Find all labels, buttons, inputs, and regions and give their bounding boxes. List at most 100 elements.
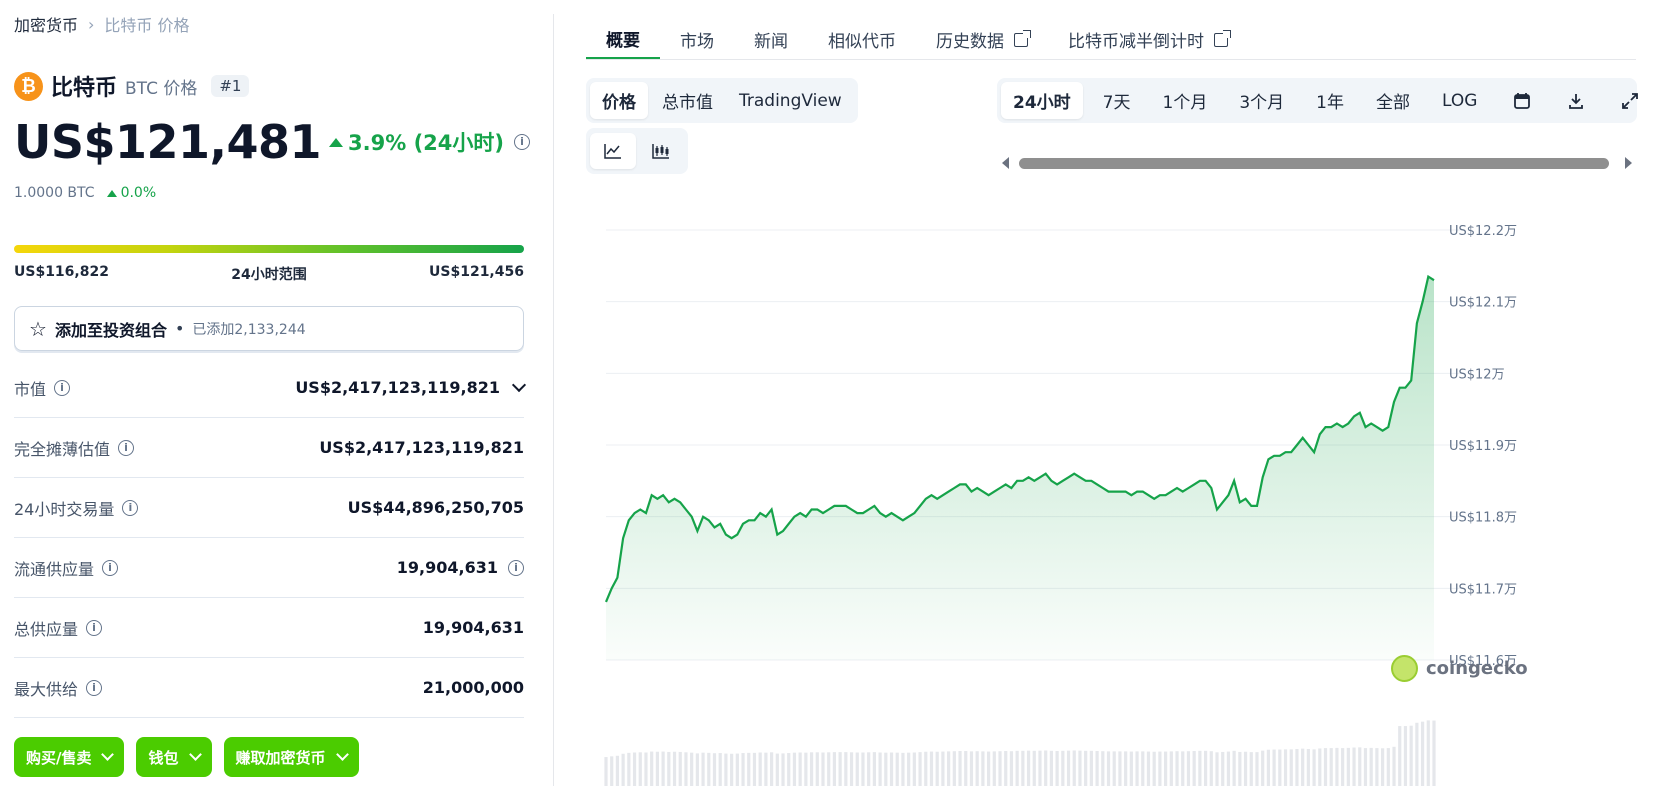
info-icon[interactable]: i [86, 679, 103, 696]
volume-bar [730, 753, 734, 786]
volume-bar [752, 752, 757, 786]
volume-bar [941, 751, 945, 786]
line-chart-icon[interactable] [590, 133, 636, 169]
stat-value: 19,904,631 [422, 618, 524, 637]
y-tick-label: US$11.9万 [1449, 439, 1517, 454]
info-icon[interactable]: i [118, 439, 135, 456]
volume-bar [1403, 726, 1408, 786]
download-icon[interactable] [1555, 86, 1597, 116]
tab-similar-coins[interactable]: 相似代币 [808, 20, 916, 59]
range-high: US$121,456 [429, 264, 524, 280]
earn-crypto-button[interactable]: 赚取加密货币 [223, 737, 359, 777]
chart-type-tradingview[interactable]: TradingView [727, 85, 854, 117]
volume-bar [1278, 749, 1282, 786]
stat-row-market-cap: 市值 i US$2,417,123,119,821 [14, 358, 527, 418]
volume-bar [935, 751, 939, 786]
stat-value: US$2,417,123,119,821 [319, 438, 524, 457]
buy-sell-button[interactable]: 购买/售卖 [14, 737, 125, 777]
volume-bar [924, 751, 928, 786]
info-icon[interactable]: i [86, 619, 103, 636]
btc-change-value: 0.0% [120, 185, 157, 201]
external-link-icon [1014, 29, 1031, 47]
volume-bar [969, 751, 974, 786]
volume-bar [1164, 751, 1168, 786]
volume-bar [1335, 747, 1339, 786]
info-icon[interactable]: i [514, 134, 530, 150]
chevron-down-icon [188, 748, 202, 761]
range-7d[interactable]: 7天 [1091, 82, 1143, 119]
calendar-icon[interactable] [1501, 86, 1543, 116]
volume-bar [1238, 751, 1242, 786]
range-all[interactable]: 全部 [1364, 82, 1422, 119]
stat-value: 19,904,631 [396, 558, 498, 577]
market-cap-toggle[interactable]: US$2,417,123,119,821 [295, 377, 527, 397]
range-24h[interactable]: 24小时 [1001, 82, 1083, 119]
wallet-label: 钱包 [148, 748, 179, 767]
wallet-button[interactable]: 钱包 [136, 737, 212, 777]
stat-value: US$44,896,250,705 [347, 498, 524, 517]
fullscreen-icon[interactable] [1609, 86, 1651, 116]
range-log[interactable]: LOG [1430, 85, 1489, 117]
price-chart-svg: US$12.2万 US$12.1万 US$12万 US$11.9万 US$11.8万 US… [604, 224, 1517, 786]
volume-bar [1009, 751, 1014, 786]
current-price: US$121,481 [14, 115, 322, 169]
chart-range-scrollbar[interactable] [1002, 157, 1632, 171]
chart-type-market-cap[interactable]: 总市值 [650, 82, 725, 119]
volume-bar [947, 751, 951, 786]
column-divider [553, 14, 554, 786]
y-tick-label: US$12.2万 [1449, 224, 1517, 239]
volume-bar [758, 752, 762, 786]
volume-bar [632, 752, 637, 786]
volume-bar [1249, 752, 1253, 786]
tab-halving-countdown[interactable]: 比特币减半倒计时 [1048, 20, 1248, 59]
volume-bar [1232, 750, 1236, 786]
coingecko-watermark: coingecko [1391, 655, 1528, 682]
chart-type-price[interactable]: 价格 [590, 82, 648, 119]
volume-bar [724, 753, 728, 786]
tab-news[interactable]: 新闻 [734, 20, 808, 59]
volume-bar [1095, 751, 1099, 786]
info-icon[interactable]: i [122, 499, 139, 516]
volume-bar [1226, 751, 1231, 786]
volume-bar [964, 751, 968, 786]
volume-bar [650, 751, 654, 786]
breadcrumb-crypto-link[interactable]: 加密货币 [14, 12, 78, 36]
fullscreen-icon-svg [1622, 92, 1639, 109]
volume-bar [1169, 751, 1173, 786]
candlestick-chart-icon[interactable] [638, 133, 684, 169]
coingecko-logo-icon [1391, 655, 1418, 682]
range-1y[interactable]: 1年 [1304, 82, 1356, 119]
volume-bar [1272, 749, 1276, 786]
range-label: 24小时范围 [231, 267, 307, 283]
add-to-portfolio-button[interactable]: ☆ 添加至投资组合 • 已添加2,133,244 [14, 306, 524, 351]
tab-label: 比特币减半倒计时 [1068, 32, 1204, 52]
volume-bar [1038, 750, 1042, 786]
volume-bar [872, 752, 876, 786]
chevron-down-icon [511, 377, 527, 393]
volume-bar [992, 751, 996, 786]
volume-bar [735, 753, 739, 786]
info-icon[interactable]: i [54, 379, 71, 396]
volume-bar [787, 753, 791, 786]
volume-bar [1432, 720, 1436, 786]
range-3m[interactable]: 3个月 [1227, 82, 1296, 119]
volume-bar [878, 752, 882, 786]
volume-bar [1186, 751, 1191, 786]
volume-bar [998, 751, 1002, 786]
volume-bar [1055, 751, 1059, 786]
tab-overview[interactable]: 概要 [586, 20, 660, 59]
range-1m[interactable]: 1个月 [1151, 82, 1220, 119]
tab-markets[interactable]: 市场 [660, 20, 734, 59]
info-icon[interactable]: i [508, 559, 524, 576]
buy-sell-label: 购买/售卖 [26, 748, 92, 767]
candlestick-chart-icon-svg [652, 144, 669, 159]
scroll-left-arrow-icon[interactable] [1002, 157, 1009, 169]
scroll-right-arrow-icon[interactable] [1625, 157, 1632, 169]
price-chart[interactable]: US$12.2万 US$12.1万 US$12万 US$11.9万 US$11.8万 US… [596, 200, 1636, 786]
tab-historical-data[interactable]: 历史数据 [916, 20, 1048, 59]
info-icon[interactable]: i [102, 559, 119, 576]
volume-bar [1192, 751, 1196, 786]
volume-bar [1015, 750, 1019, 786]
scrollbar-thumb[interactable] [1019, 158, 1609, 169]
volume-bar [1152, 751, 1156, 786]
